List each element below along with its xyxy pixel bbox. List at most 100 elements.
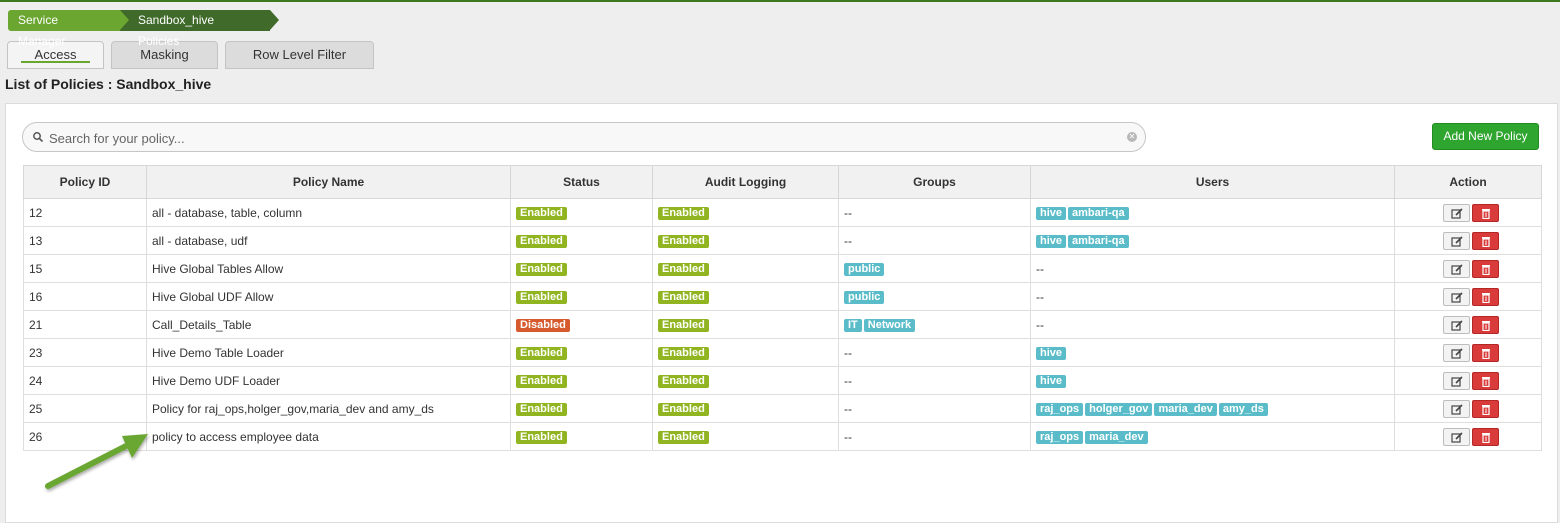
users-cell: raj_ops holger_gov maria_dev amy_ds [1030,394,1395,423]
delete-button[interactable] [1471,343,1499,362]
delete-button[interactable] [1471,315,1499,334]
active-tab-indicator [21,61,90,63]
delete-button[interactable] [1471,259,1499,278]
policy-id-link[interactable]: 25 [23,394,147,423]
empty-groups: -- [844,345,852,360]
edit-button[interactable] [1442,371,1470,390]
policy-name: policy to access employee data [146,422,511,451]
table-header-row: Policy ID Policy Name Status Audit Loggi… [23,165,1542,199]
action-cell [1394,254,1542,283]
table-row[interactable]: 26 policy to access employee data Enabled E… [23,422,1542,451]
groups-cell: -- [838,226,1031,255]
audit-logging-cell: Enabled [652,366,839,395]
edit-icon [1450,347,1463,359]
edit-button[interactable] [1442,427,1470,446]
delete-button[interactable] [1471,287,1499,306]
policy-id-link[interactable]: 12 [23,198,147,227]
status-cell: Enabled [510,254,653,283]
delete-button[interactable] [1471,203,1499,222]
trash-icon [1481,320,1490,331]
audit-logging-badge: Enabled [658,262,709,276]
audit-logging-badge: Enabled [658,374,709,388]
edit-button[interactable] [1442,399,1470,418]
table-row[interactable]: 24 Hive Demo UDF Loader Enabled Enabled -- hi… [23,366,1542,395]
policy-id-link[interactable]: 23 [23,338,147,367]
policy-id-link[interactable]: 13 [23,226,147,255]
audit-logging-cell: Enabled [652,282,839,311]
table-row[interactable]: 16 Hive Global UDF Allow Enabled Enabled pub… [23,282,1542,311]
empty-groups: -- [844,429,852,444]
edit-button[interactable] [1442,315,1470,334]
breadcrumb-service-manager[interactable]: Service Manager [8,10,129,48]
user-tag: hive [1036,234,1067,248]
status-badge: Enabled [516,430,567,444]
policy-name: Hive Demo Table Loader [146,338,511,367]
audit-logging-badge: Enabled [658,430,709,444]
user-tag: raj_ops [1036,402,1084,416]
search-icon [33,132,44,143]
table-row[interactable]: 13 all - database, udf Enabled Enabled -- hiv… [23,226,1542,255]
table-row[interactable]: 15 Hive Global Tables Allow Enabled Enabled… [23,254,1542,283]
audit-logging-cell: Enabled [652,226,839,255]
groups-cell: -- [838,366,1031,395]
search-input[interactable] [47,128,1121,148]
clear-icon[interactable]: ✕ [1127,132,1137,142]
header-policy-name[interactable]: Policy Name [146,165,511,199]
header-groups[interactable]: Groups [838,165,1031,199]
annotation-arrow-icon [45,434,148,489]
header-users[interactable]: Users [1030,165,1395,199]
delete-button[interactable] [1471,231,1499,250]
audit-logging-cell: Enabled [652,394,839,423]
action-cell [1394,338,1542,367]
tab-row-level-filter[interactable]: Row Level Filter [225,41,374,69]
header-policy-id[interactable]: Policy ID [23,165,147,199]
delete-button[interactable] [1471,399,1499,418]
table-row[interactable]: 25 Policy for raj_ops,holger_gov,maria_de… [23,394,1542,423]
header-status[interactable]: Status [510,165,653,199]
search-box[interactable]: ✕ [22,122,1146,152]
edit-button[interactable] [1442,203,1470,222]
edit-icon [1450,291,1463,303]
edit-button[interactable] [1442,259,1470,278]
table-row[interactable]: 21 Call_Details_Table Disabled Enabled IT Net… [23,310,1542,339]
edit-icon [1450,235,1463,247]
group-tag: IT [844,318,862,332]
delete-button[interactable] [1471,427,1499,446]
policy-id-link[interactable]: 24 [23,366,147,395]
status-cell: Enabled [510,394,653,423]
audit-logging-badge: Enabled [658,402,709,416]
edit-button[interactable] [1442,343,1470,362]
policy-id-link[interactable]: 15 [23,254,147,283]
empty-groups: -- [844,373,852,388]
status-badge: Enabled [516,346,567,360]
action-cell [1394,422,1542,451]
delete-button[interactable] [1471,371,1499,390]
policy-id-link[interactable]: 21 [23,310,147,339]
policy-name: Hive Global UDF Allow [146,282,511,311]
group-tag: public [844,262,885,276]
policy-name: Call_Details_Table [146,310,511,339]
audit-logging-badge: Enabled [658,318,709,332]
status-cell: Enabled [510,338,653,367]
page-title: List of Policies : Sandbox_hive [5,76,212,92]
header-audit-logging[interactable]: Audit Logging [652,165,839,199]
status-badge: Enabled [516,206,567,220]
edit-button[interactable] [1442,231,1470,250]
policy-name: all - database, table, column [146,198,511,227]
policy-name: Policy for raj_ops,holger_gov,maria_dev … [146,394,511,423]
policy-id-link[interactable]: 16 [23,282,147,311]
status-cell: Disabled [510,310,653,339]
add-new-policy-button[interactable]: Add New Policy [1432,123,1539,150]
user-tag: ambari-qa [1068,206,1129,220]
breadcrumb-current-page[interactable]: Sandbox_hive Policies [118,10,279,48]
edit-icon [1450,431,1463,443]
empty-users: -- [1036,289,1044,304]
audit-logging-cell: Enabled [652,254,839,283]
policy-name: Hive Demo UDF Loader [146,366,511,395]
table-row[interactable]: 23 Hive Demo Table Loader Enabled Enabled --… [23,338,1542,367]
table-row[interactable]: 12 all - database, table, column Enabled En… [23,198,1542,227]
edit-button[interactable] [1442,287,1470,306]
groups-cell: -- [838,198,1031,227]
status-cell: Enabled [510,226,653,255]
edit-icon [1450,375,1463,387]
